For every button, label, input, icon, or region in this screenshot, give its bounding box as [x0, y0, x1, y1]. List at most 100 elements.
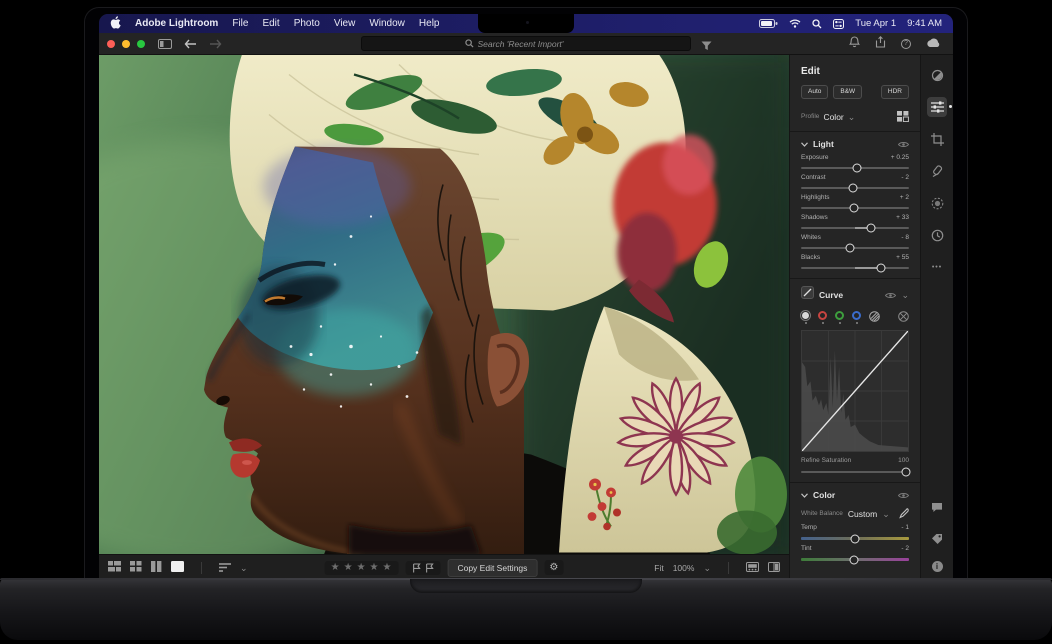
apple-menu-icon[interactable]	[110, 16, 121, 32]
more-tools-icon[interactable]: •••	[927, 257, 947, 277]
bw-button[interactable]: B&W	[833, 85, 862, 99]
temp-slider-track[interactable]	[801, 537, 909, 540]
menu-app-name[interactable]: Adobe Lightroom	[135, 18, 218, 29]
slider-track[interactable]	[801, 207, 909, 209]
slider-track[interactable]	[801, 247, 909, 249]
curve-channel-all[interactable]	[801, 311, 810, 324]
star-icon[interactable]: ★	[370, 563, 380, 573]
slider-knob[interactable]	[848, 184, 857, 193]
profile-chevron-icon[interactable]: ⌄	[848, 114, 856, 120]
help-icon[interactable]: ?	[901, 39, 911, 49]
sidebar-toggle-icon[interactable]	[158, 39, 172, 49]
curve-channel-green[interactable]	[835, 311, 844, 324]
photo-grid-view-icon[interactable]	[108, 559, 121, 577]
curve-visibility-eye-icon[interactable]	[885, 286, 896, 304]
spotlight-search-icon[interactable]	[812, 19, 822, 29]
presets-icon[interactable]	[927, 65, 947, 85]
star-icon[interactable]: ★	[357, 563, 367, 573]
star-icon[interactable]: ★	[331, 563, 341, 573]
versions-clock-icon[interactable]	[927, 225, 947, 245]
settings-gear-icon[interactable]: ⚙	[544, 560, 563, 575]
zoom-level-value[interactable]: 100%	[673, 563, 695, 573]
healing-icon[interactable]	[927, 161, 947, 181]
photo-canvas[interactable]	[99, 55, 789, 554]
slider-knob[interactable]	[849, 204, 858, 213]
back-arrow-icon[interactable]	[184, 39, 197, 49]
slider-track[interactable]	[801, 227, 909, 229]
channel-red-dot[interactable]	[818, 311, 827, 320]
minimize-window-button[interactable]	[122, 40, 130, 48]
masking-icon[interactable]	[927, 193, 947, 213]
tone-curve-icon[interactable]	[801, 286, 814, 304]
light-visibility-eye-icon[interactable]	[898, 141, 909, 148]
white-balance-chevron-icon[interactable]: ⌄	[882, 511, 890, 517]
flag-controls[interactable]	[405, 561, 440, 575]
tone-curve-graph[interactable]	[801, 330, 909, 452]
slider-knob[interactable]	[876, 264, 885, 273]
close-window-button[interactable]	[107, 40, 115, 48]
before-after-icon[interactable]	[768, 562, 780, 574]
menu-file[interactable]: File	[232, 18, 248, 29]
cloud-sync-icon[interactable]	[926, 35, 941, 53]
filter-funnel-icon[interactable]	[701, 38, 712, 56]
menu-help[interactable]: Help	[419, 18, 440, 29]
channel-green-dot[interactable]	[835, 311, 844, 320]
search-input[interactable]	[478, 39, 588, 49]
zoom-fit-label[interactable]: Fit	[654, 563, 663, 573]
status-date[interactable]: Tue Apr 1	[855, 18, 896, 29]
menu-window[interactable]: Window	[369, 18, 405, 29]
tint-slider-track[interactable]	[801, 558, 909, 561]
curve-section-title[interactable]: Curve	[819, 290, 843, 300]
sort-chevron-icon[interactable]: ⌄	[240, 565, 248, 571]
curve-reset-icon[interactable]	[898, 311, 909, 322]
color-section-title[interactable]: Color	[813, 490, 835, 500]
keywords-tag-icon[interactable]	[927, 529, 947, 549]
notifications-bell-icon[interactable]	[849, 35, 860, 53]
crop-icon[interactable]	[927, 129, 947, 149]
detail-view-icon[interactable]	[171, 559, 184, 577]
channel-all-dot[interactable]	[801, 311, 810, 320]
slider-knob[interactable]	[853, 164, 862, 173]
slider-knob[interactable]	[867, 224, 876, 233]
info-icon[interactable]: i	[932, 561, 943, 572]
edit-sliders-icon[interactable]	[927, 97, 947, 117]
auto-button[interactable]: Auto	[801, 85, 828, 99]
refine-saturation-track[interactable]	[801, 471, 909, 473]
menu-view[interactable]: View	[334, 18, 356, 29]
share-icon[interactable]	[875, 35, 886, 53]
slider-knob[interactable]	[849, 555, 858, 564]
control-center-icon[interactable]	[833, 19, 844, 29]
star-icon[interactable]: ★	[344, 563, 354, 573]
menu-photo[interactable]: Photo	[294, 18, 320, 29]
curve-collapse-chevron-icon[interactable]: ⌄	[901, 292, 909, 298]
channel-blue-dot[interactable]	[852, 311, 861, 320]
color-collapse-chevron-icon[interactable]	[801, 493, 808, 498]
status-time[interactable]: 9:41 AM	[907, 18, 942, 29]
hdr-button[interactable]: HDR	[881, 85, 909, 99]
slider-knob[interactable]	[851, 534, 860, 543]
copy-edit-settings-button[interactable]: Copy Edit Settings	[447, 559, 537, 577]
zoom-window-button[interactable]	[137, 40, 145, 48]
profile-browser-icon[interactable]	[897, 111, 909, 122]
compare-view-icon[interactable]	[151, 559, 162, 577]
sort-icon[interactable]	[219, 559, 231, 577]
search-field[interactable]	[361, 36, 691, 51]
curve-channel-point[interactable]	[869, 311, 880, 322]
battery-icon[interactable]	[759, 19, 778, 28]
light-collapse-chevron-icon[interactable]	[801, 142, 808, 147]
forward-arrow-icon[interactable]	[209, 39, 222, 49]
slider-knob[interactable]	[901, 468, 910, 477]
color-visibility-eye-icon[interactable]	[898, 492, 909, 499]
light-section-title[interactable]: Light	[813, 139, 834, 149]
filmstrip-toggle-icon[interactable]	[746, 562, 759, 574]
comments-icon[interactable]	[927, 497, 947, 517]
square-grid-view-icon[interactable]	[130, 559, 142, 577]
eyedropper-icon[interactable]	[899, 508, 909, 519]
flag-reject-icon[interactable]	[424, 563, 434, 573]
curve-channel-blue[interactable]	[852, 311, 861, 324]
profile-value[interactable]: Color	[823, 112, 843, 122]
slider-track[interactable]	[801, 167, 909, 169]
zoom-chevron-icon[interactable]: ⌄	[703, 565, 711, 571]
star-rating[interactable]: ★ ★ ★ ★ ★	[325, 561, 399, 575]
slider-knob[interactable]	[845, 244, 854, 253]
